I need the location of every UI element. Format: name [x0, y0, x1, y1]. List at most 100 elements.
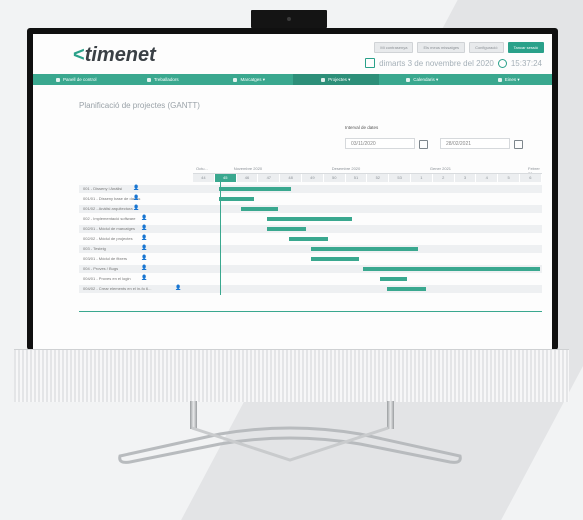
gantt-week-label: 45 — [214, 174, 237, 182]
gantt-row[interactable]: 003 - Testeig 👤 — [79, 245, 542, 253]
gantt-week-label: 53 — [389, 174, 411, 182]
gantt-row[interactable]: 003/01 - Mòdul de fitxers 👤 — [79, 255, 542, 263]
monitor-speaker-grille — [14, 349, 569, 402]
gantt-task-name: 002/02 - Mòdul de projectes — [83, 236, 133, 241]
logo-mark: < — [73, 44, 85, 66]
content-bottom-rule — [79, 311, 542, 312]
gantt-task-name: 004 - Proves / Bugs — [83, 266, 119, 271]
calendar-icon[interactable] — [419, 140, 428, 149]
header-button[interactable]: Mi contrasenya — [374, 42, 414, 53]
gantt-task-name: 004/01 - Proves en el login — [83, 276, 131, 281]
gantt-row[interactable]: 001/01 - Disseny base de dades 👤 — [79, 195, 542, 203]
gantt-row[interactable]: 002 - Implementació software 👤 — [79, 215, 542, 223]
nav-item-icon — [406, 77, 411, 82]
user-icon[interactable]: 👤 — [141, 225, 147, 231]
gantt-bar[interactable] — [219, 197, 255, 201]
main-nav: Panell de control Treballadors Marcatges ▾… — [33, 74, 552, 85]
gantt-week-label: 50 — [323, 174, 346, 182]
stand-base — [118, 426, 462, 464]
gantt-row[interactable]: 001/02 - Anàlisi arquitectura 👤 — [79, 205, 542, 213]
header-buttons: Mi contrasenya Els meus missatges Configur… — [374, 42, 544, 53]
gantt-week-label: 2 — [432, 174, 455, 182]
user-icon[interactable]: 👤 — [141, 265, 147, 271]
gantt-bar[interactable] — [288, 237, 329, 241]
gantt-bar[interactable] — [310, 247, 418, 251]
date-to-input[interactable]: 28/02/2021 — [440, 138, 510, 149]
header-button[interactable]: Tancar sessió — [507, 42, 544, 53]
gantt-bar[interactable] — [380, 277, 407, 281]
gantt-bar[interactable] — [387, 287, 427, 291]
gantt-bar[interactable] — [310, 257, 359, 261]
nav-item-label: Panell de control — [62, 77, 97, 82]
user-icon[interactable]: 👤 — [133, 185, 139, 191]
current-date: dimarts 3 de novembre del 2020 — [379, 58, 494, 68]
gantt-period-label: Desembre 2020 — [331, 166, 361, 171]
gantt-task-name: 003 - Testeig — [83, 246, 106, 251]
user-icon[interactable]: 👤 — [141, 275, 147, 281]
nav-item-icon — [321, 77, 326, 82]
gantt-header: Octu... Novembre 2020 Desembre 2020 Gener 2… — [193, 165, 542, 183]
app-logo: <timenet — [73, 44, 156, 67]
gantt-today-line — [220, 174, 222, 295]
gantt-row[interactable]: 004 - Proves / Bugs 👤 — [79, 265, 542, 273]
user-icon[interactable]: 👤 — [141, 245, 147, 251]
gantt-week-label: 48 — [280, 174, 302, 182]
nav-item-icon — [55, 77, 60, 82]
gantt-week-label: 6 — [520, 174, 542, 182]
gantt-row[interactable]: 002/01 - Mòdul de marcatges 👤 — [79, 225, 542, 233]
nav-item[interactable]: Treballadors — [120, 74, 207, 85]
nav-item-icon — [146, 77, 151, 82]
calendar-icon — [365, 58, 376, 68]
gantt-bar[interactable] — [219, 187, 292, 191]
gantt-period-label: Gener 2021 — [429, 166, 452, 171]
user-icon[interactable]: 👤 — [141, 215, 147, 221]
gantt-task-name: 001/02 - Anàlisi arquitectura — [83, 206, 133, 211]
gantt-bar[interactable] — [363, 267, 540, 271]
user-icon[interactable]: 👤 — [175, 285, 181, 291]
header-button[interactable]: Configuració — [469, 42, 504, 53]
header-button[interactable]: Els meus missatges — [417, 42, 466, 53]
date-range-label: Interval de dates — [345, 125, 379, 130]
gantt-week-label: 47 — [258, 174, 281, 182]
gantt-row[interactable]: 004/02 - Crear elements en el in-fo 6...… — [79, 285, 542, 293]
nav-item[interactable]: Marcatges ▾ — [206, 74, 293, 85]
user-icon[interactable]: 👤 — [141, 235, 147, 241]
gantt-week-label: 5 — [498, 174, 520, 182]
gantt-task-name: 003/01 - Mòdul de fitxers — [83, 256, 128, 261]
gantt-task-name: 002 - Implementació software — [83, 216, 136, 221]
page-title: Planificació de projectes (GANTT) — [79, 101, 200, 110]
date-from-input[interactable]: 03/11/2020 — [345, 138, 415, 149]
nav-item-label: Eines ▾ — [504, 76, 520, 82]
nav-item[interactable]: Projectes ▾ — [292, 74, 379, 85]
nav-item-label: Treballadors — [153, 77, 179, 82]
nav-item-icon — [233, 77, 238, 82]
gantt-row[interactable]: 001 - Disseny i Anàlisi 👤 — [79, 185, 542, 193]
nav-item-label: Projectes ▾ — [328, 76, 351, 82]
gantt-row[interactable]: 004/01 - Proves en el login 👤 — [79, 275, 542, 283]
gantt-week-label: 44 — [193, 174, 215, 182]
user-icon[interactable]: 👤 — [133, 205, 139, 211]
nav-item[interactable]: Eines ▾ — [466, 74, 553, 85]
gantt-bar[interactable] — [240, 207, 278, 211]
gantt-task-name: 004/02 - Crear elements en el in-fo 6... — [83, 286, 152, 291]
datetime-bar: dimarts 3 de novembre del 2020 15:37:24 — [365, 58, 542, 68]
nav-item-label: Marcatges ▾ — [240, 76, 266, 82]
gantt-week-label: 51 — [345, 174, 368, 182]
current-time: 15:37:24 — [510, 58, 542, 68]
user-icon[interactable]: 👤 — [141, 255, 147, 261]
gantt-task-name: 001 - Disseny i Anàlisi — [83, 186, 123, 191]
gantt-task-name: 002/01 - Mòdul de marcatges — [83, 226, 136, 231]
clock-icon — [497, 58, 507, 68]
app-screen: <timenet Mi contrasenya Els meus missatge… — [33, 34, 552, 349]
logo-text: timenet — [84, 44, 156, 66]
user-icon[interactable]: 👤 — [133, 195, 139, 201]
gantt-row[interactable]: 002/02 - Mòdul de projectes 👤 — [79, 235, 542, 243]
nav-item-label: Calendaris ▾ — [413, 76, 439, 82]
gantt-bar[interactable] — [267, 227, 307, 231]
nav-item[interactable]: Panell de control — [33, 74, 120, 85]
calendar-icon[interactable] — [514, 140, 523, 149]
nav-item[interactable]: Calendaris ▾ — [379, 74, 466, 85]
gantt-bar[interactable] — [267, 217, 353, 221]
gantt-week-label: 4 — [476, 174, 499, 182]
gantt-week-label: 52 — [367, 174, 390, 182]
